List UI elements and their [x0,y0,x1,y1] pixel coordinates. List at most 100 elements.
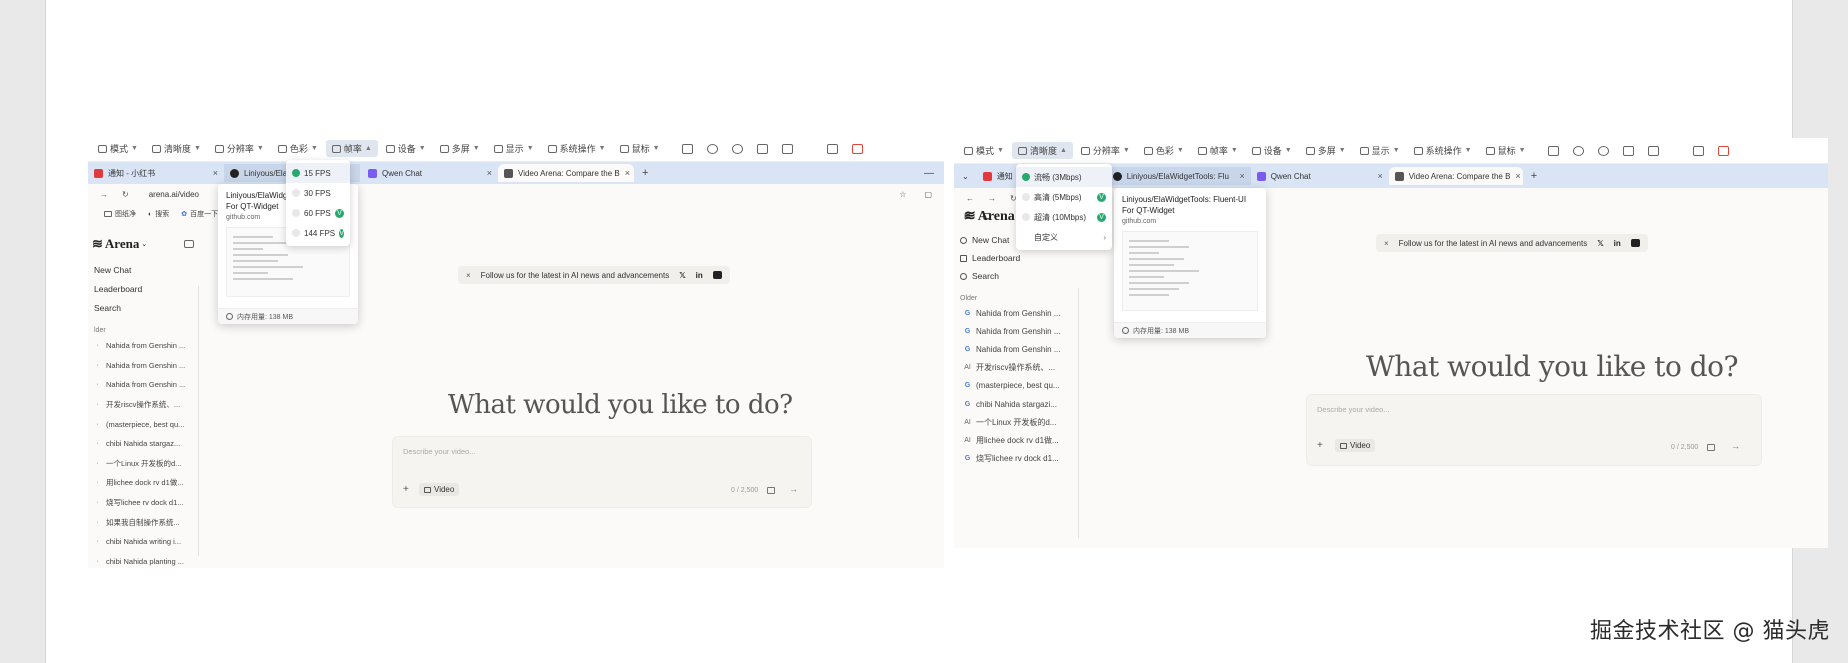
tab-video-arena[interactable]: Video Arena: Compare the B × [1388,167,1523,185]
history-item[interactable]: · chibi Nahida planting ... [88,552,198,568]
screenshot-icon[interactable] [781,143,793,154]
youtube-icon[interactable] [712,271,722,279]
toolbar-item-8[interactable]: 系统操作 ▼ [542,140,612,157]
send-button[interactable]: → [789,484,798,494]
reload-icon[interactable]: ↻ [122,190,129,199]
settings-icon[interactable] [1707,444,1715,451]
fullscreen-icon[interactable] [826,143,838,154]
close-icon[interactable]: × [213,168,218,178]
history-item[interactable]: · Nahida from Genshin ... [88,356,198,376]
bookmark-baidu[interactable]: ✿ 百度一下 [181,209,218,219]
video-mode-button[interactable]: Video [1335,439,1376,452]
sidebar-toggle-icon[interactable] [184,240,194,248]
star-icon[interactable]: ☆ [899,190,906,199]
sidebar-leaderboard[interactable]: Leaderboard [88,279,198,298]
audio-icon[interactable] [731,143,743,154]
history-item[interactable]: G Nahida from Genshin ... [954,340,1074,358]
menu-option-1[interactable]: 30 FPS [286,183,350,203]
banner-close-icon[interactable]: × [1384,239,1389,248]
forward-icon[interactable]: → [988,194,996,203]
tab-list-icon[interactable]: ⌄ [954,172,977,181]
toolbar-item-9[interactable]: 鼠标 ▼ [1480,142,1532,159]
sidebar-leaderboard[interactable]: Leaderboard [954,249,1074,267]
youtube-icon[interactable] [1630,239,1640,247]
toolbar-item-5[interactable]: 设备 ▼ [1246,142,1298,159]
add-attachment-button[interactable]: + [403,484,409,495]
menu-option-1[interactable]: 高清 (5Mbps) V [1016,187,1112,207]
tab-qwen[interactable]: Qwen Chat × [1251,167,1389,185]
tab-qwen[interactable]: Qwen Chat × [362,164,498,182]
linkedin-icon[interactable]: in [1614,239,1621,248]
history-item[interactable]: G 烧写lichee rv dock d1... [954,450,1074,468]
new-tab-button[interactable]: + [1523,170,1545,182]
tab-notify[interactable]: 通知 - 小红书 × [88,164,224,182]
toolbar-item-1[interactable]: 清晰度 ▼ [146,140,207,157]
toolbar-item-5[interactable]: 设备 ▼ [380,140,432,157]
close-icon[interactable]: × [487,168,492,178]
upload-icon[interactable] [706,143,718,154]
toolbar-item-4[interactable]: 帧率 ▼ [1192,142,1244,159]
arena-logo[interactable]: ≋Arena⌄ [88,236,198,252]
toolbar-item-2[interactable]: 分辨率 ▼ [1075,142,1136,159]
history-item[interactable]: · 烧写lichee rv dock d1... [88,493,198,513]
menu-option-3[interactable]: 144 FPS V [286,223,350,243]
disconnect-icon[interactable] [1717,145,1729,156]
menu-option-0[interactable]: 流畅 (3Mbps) [1016,167,1112,187]
send-button[interactable]: → [1731,441,1740,451]
new-tab-button[interactable]: + [634,167,656,179]
toolbar-item-2[interactable]: 分辨率 ▼ [209,140,270,157]
sidebar-search[interactable]: Search [88,298,198,317]
toolbar-item-1[interactable]: 清晰度 ▲ [1011,142,1073,159]
screenshot-icon[interactable] [1647,145,1659,156]
tab-github[interactable]: Liniyous/ElaWidgetTools: Flu × [1106,167,1251,185]
history-item[interactable]: · 用lichee dock rv d1做... [88,473,198,493]
history-item[interactable]: · (masterpiece, best qu... [88,414,198,434]
disconnect-icon[interactable] [851,143,863,154]
prompt-input[interactable]: Describe your video... [1317,405,1390,414]
close-icon[interactable]: × [625,168,630,178]
x-icon[interactable]: 𝕏 [1597,239,1603,248]
menu-option-0[interactable]: 15 FPS [286,163,350,183]
sidebar-search[interactable]: Search [954,267,1074,285]
toolbar-item-8[interactable]: 系统操作 ▼ [1408,142,1478,159]
keyboard-icon[interactable] [1547,145,1559,156]
tab-video-arena[interactable]: Video Arena: Compare the B × [498,164,634,182]
toolbar-item-7[interactable]: 显示 ▼ [488,140,540,157]
menu-option-2[interactable]: 超清 (10Mbps) V [1016,207,1112,227]
toolbar-item-9[interactable]: 鼠标 ▼ [614,140,666,157]
history-item[interactable]: Gchibi Nahida stargazi... [954,395,1074,413]
video-mode-button[interactable]: Video [419,483,460,496]
upload-icon[interactable] [1572,145,1584,156]
banner-close-icon[interactable]: × [466,271,471,280]
add-attachment-button[interactable]: + [1317,440,1323,451]
bookmark-folder[interactable]: 图纸净 [104,209,136,219]
menu-option-2[interactable]: 60 FPS V [286,203,350,223]
back-icon[interactable]: ← [966,194,974,203]
toolbar-item-7[interactable]: 显示 ▼ [1354,142,1406,159]
settings-icon[interactable] [767,487,775,494]
record-icon[interactable] [756,143,768,154]
menu-option-3[interactable]: 自定义 › [1016,227,1112,247]
history-item[interactable]: G Nahida from Genshin ... [954,322,1074,340]
history-item[interactable]: · chibi Nahida writing i... [88,532,198,552]
record-icon[interactable] [1622,145,1634,156]
history-item[interactable]: G Nahida from Genshin ... [954,304,1074,322]
close-icon[interactable]: × [1239,171,1244,181]
history-item[interactable]: · chibi Nahida stargaz... [88,434,198,454]
toolbar-item-0[interactable]: 模式 ▼ [92,140,144,157]
linkedin-icon[interactable]: in [696,271,703,280]
toolbar-item-3[interactable]: 色彩 ▼ [272,140,324,157]
forward-icon[interactable]: → [100,190,108,199]
history-item[interactable]: AI 用lichee dock rv d1做... [954,431,1074,449]
prompt-input[interactable]: Describe your video... [403,447,476,456]
toolbar-item-6[interactable]: 多屏 ▼ [1300,142,1352,159]
history-item[interactable]: · Nahida from Genshin ... [88,375,198,395]
toolbar-item-0[interactable]: 模式 ▼ [958,142,1010,159]
history-item[interactable]: · 一个Linux 开发板的d... [88,454,198,474]
history-item[interactable]: · 如果我自制操作系统... [88,512,198,532]
toolbar-item-3[interactable]: 色彩 ▼ [1138,142,1190,159]
x-icon[interactable]: 𝕏 [679,271,685,280]
url-field[interactable]: arena.ai/video [149,190,199,199]
fullscreen-icon[interactable] [1692,145,1704,156]
close-icon[interactable]: × [1515,171,1520,181]
